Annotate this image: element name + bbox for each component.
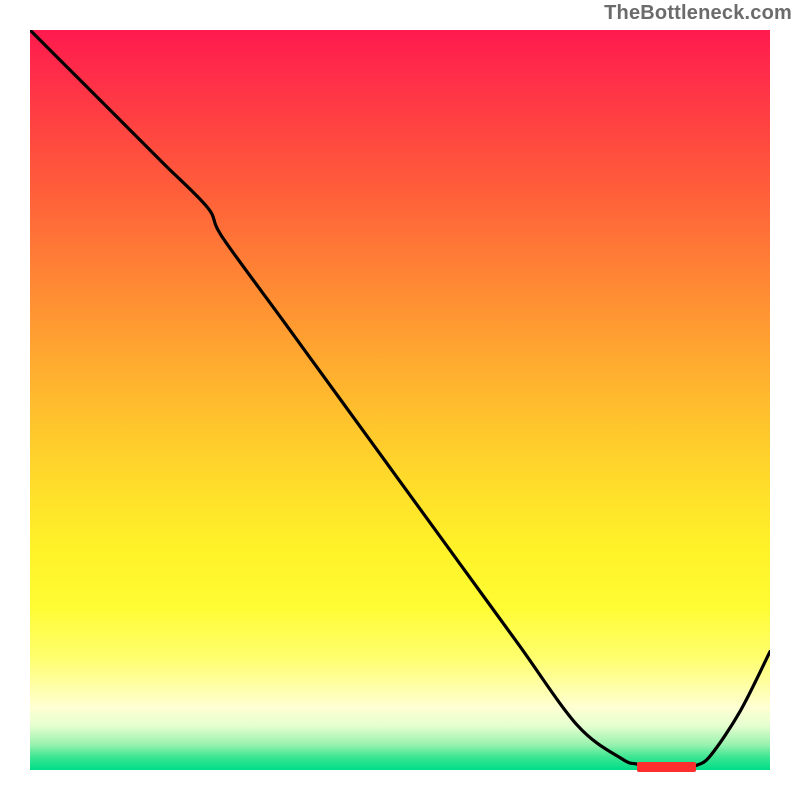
chart-container: TheBottleneck.com <box>0 0 800 800</box>
plot-gradient-background <box>30 30 770 770</box>
attribution-text: TheBottleneck.com <box>604 2 792 25</box>
minimum-marker <box>637 762 696 772</box>
